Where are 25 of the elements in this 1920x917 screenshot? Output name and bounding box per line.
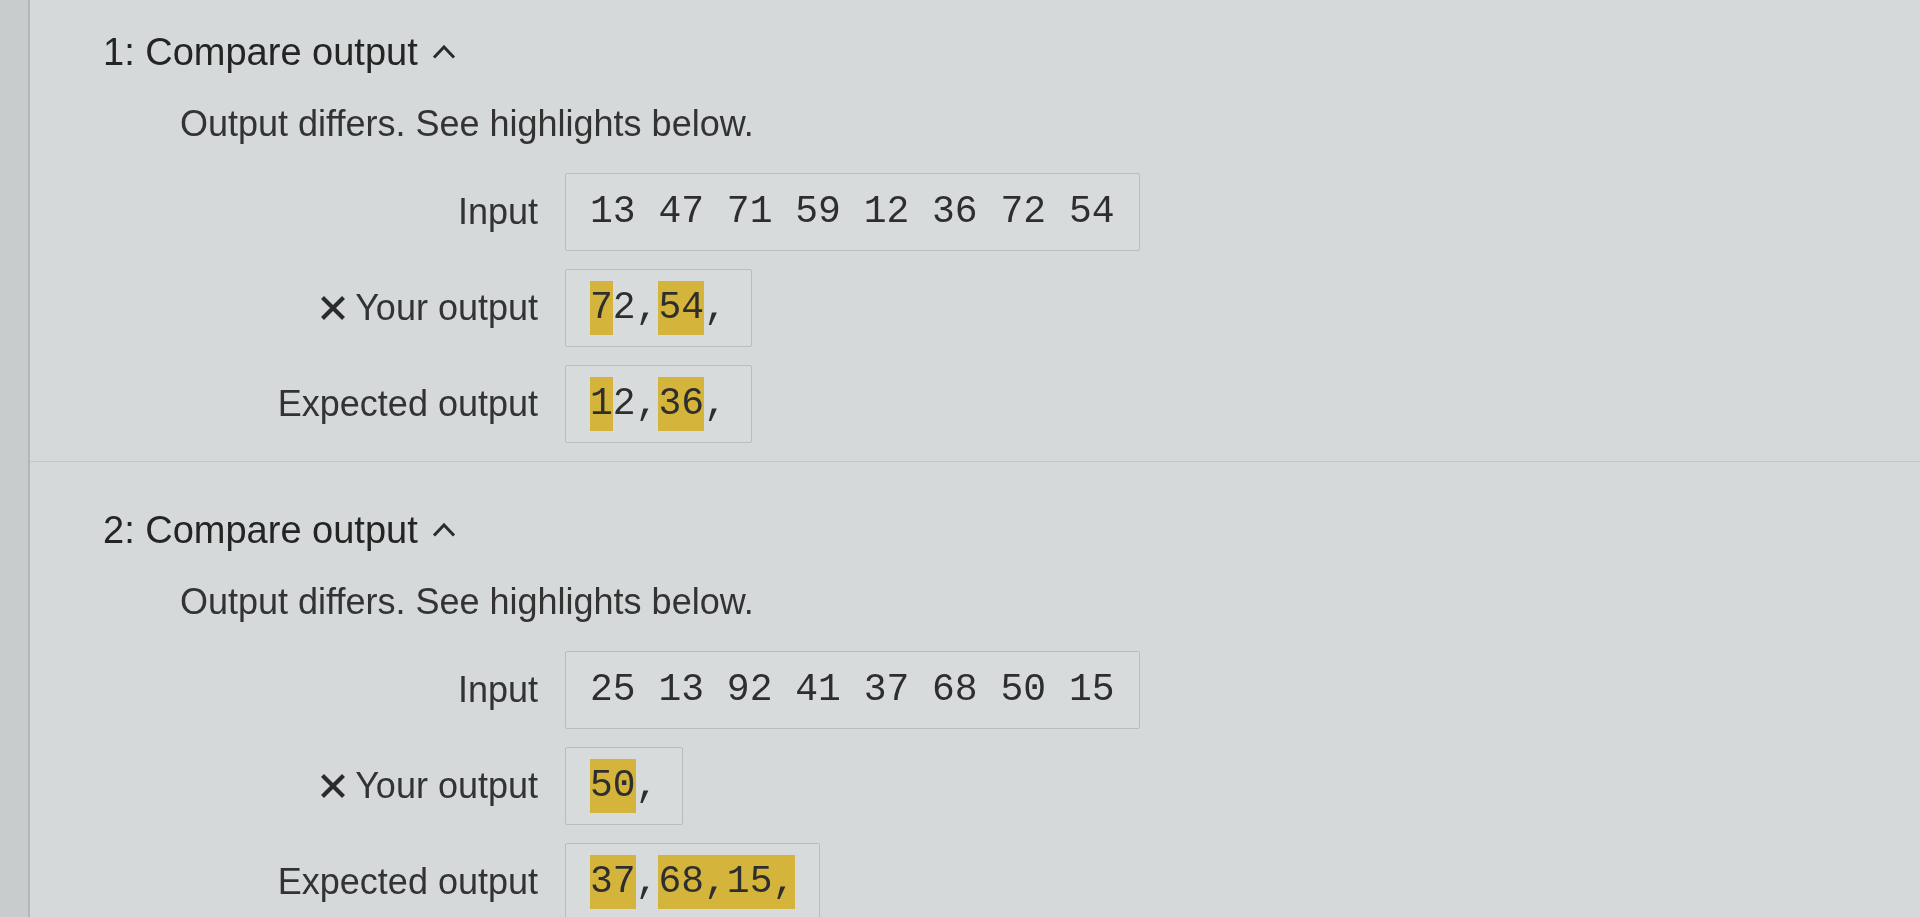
highlighted-text: 54 [658,281,705,335]
row-label: Input [457,668,538,712]
highlighted-text: 37 [590,855,636,909]
code-text: , [704,381,727,427]
row-label: Expected output [277,382,538,426]
section-toggle[interactable]: 2: Compare output [103,510,456,550]
status-message: Output differs. See highlights below. [180,106,754,142]
highlighted-text: 7 [590,281,613,335]
code-text: 2, [612,381,659,427]
row-label: Expected output [277,860,538,904]
code-text: 2, [612,285,659,331]
highlighted-text: 50 [590,759,636,813]
highlighted-text: 36 [658,377,705,431]
row-label: Your output [355,286,538,330]
status-message: Output differs. See highlights below. [180,584,754,620]
code-text: , [704,285,727,331]
highlighted-text: 1 [590,377,613,431]
code-text: , [635,763,659,809]
code-text: 13 47 71 59 12 36 72 54 [590,189,1115,235]
code-text: 25 13 92 41 37 68 50 15 [590,667,1115,713]
row-label: Input [457,190,538,234]
code-text: , [635,859,659,905]
row-label: Your output [355,764,538,808]
highlighted-text: 68,15, [658,855,796,909]
section-toggle[interactable]: 1: Compare output [103,32,456,72]
